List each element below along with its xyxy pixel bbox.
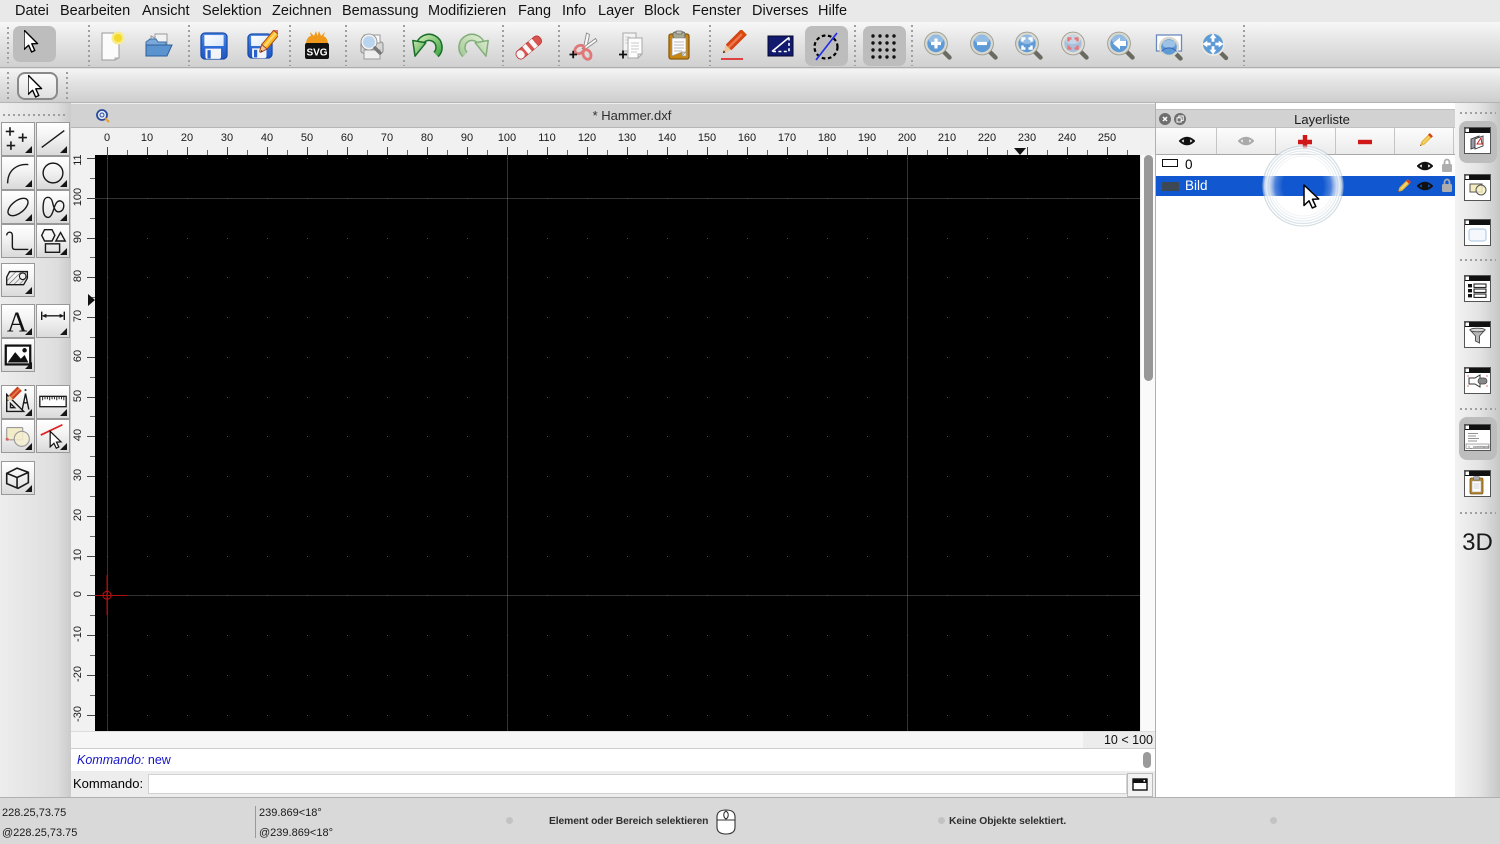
svg-text:SVG: SVG bbox=[306, 48, 327, 59]
svg-text:<_ command: <_ command bbox=[1468, 445, 1489, 449]
